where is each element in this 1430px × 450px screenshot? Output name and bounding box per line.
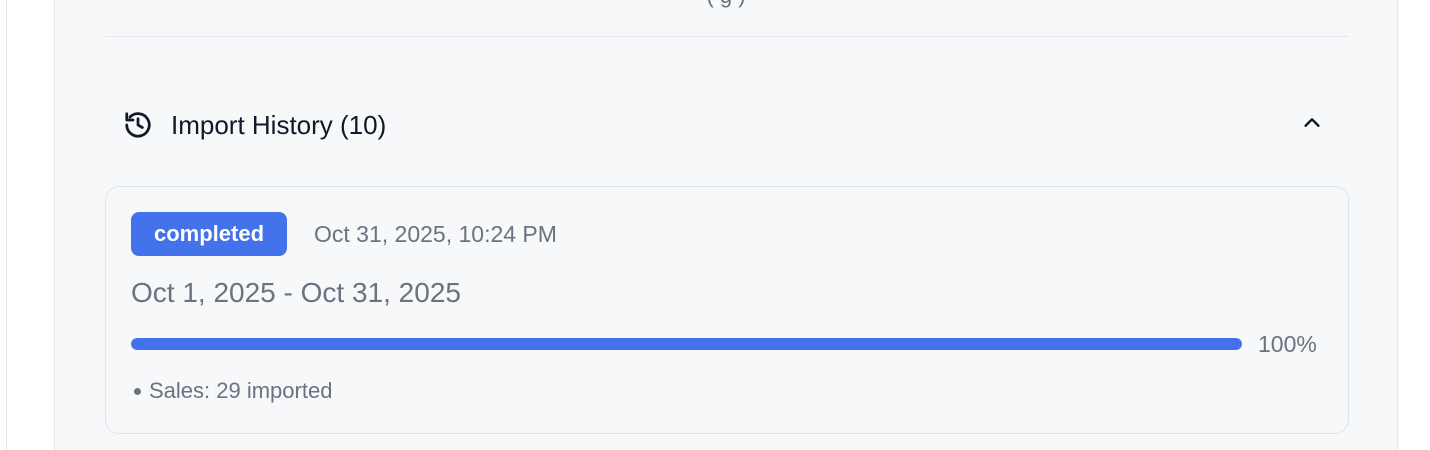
- section-divider: [105, 36, 1349, 37]
- bullet-icon: [134, 387, 141, 395]
- import-date-range: Oct 1, 2025 - Oct 31, 2025: [131, 277, 461, 308]
- import-result-text: Sales: 29 imported: [149, 378, 333, 403]
- import-timestamp: Oct 31, 2025, 10:24 PM: [314, 221, 557, 247]
- progress-bar: [131, 338, 1242, 350]
- import-panel: ( g ) Import History (10) completed Oct …: [54, 0, 1398, 450]
- progress-bar-fill: [131, 338, 1242, 350]
- import-history-header[interactable]: Import History (10): [105, 98, 1349, 152]
- clipped-caption: ( g ): [55, 0, 1397, 9]
- import-result-item: Sales: 29 imported: [131, 377, 332, 405]
- import-history-title: Import History (10): [171, 110, 387, 140]
- history-icon: [123, 110, 153, 140]
- chevron-up-icon: [1301, 112, 1323, 139]
- import-history-item: completed Oct 31, 2025, 10:24 PM Oct 1, …: [105, 186, 1349, 434]
- page-left-border: [6, 0, 7, 450]
- status-badge: completed: [131, 212, 288, 256]
- progress-percent: 100%: [1258, 331, 1317, 357]
- collapse-toggle-button[interactable]: [1295, 108, 1329, 142]
